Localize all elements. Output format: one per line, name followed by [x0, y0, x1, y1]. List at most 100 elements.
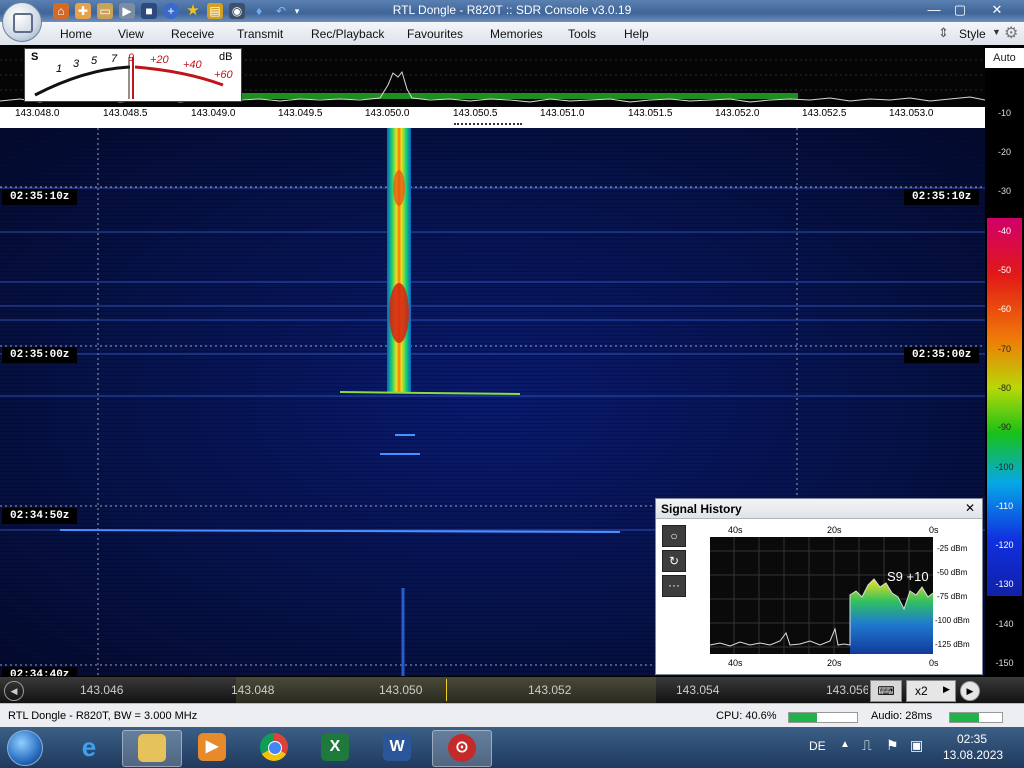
zoom-selector[interactable]: x2 ▶ [906, 680, 956, 702]
time-label: 0s [929, 525, 939, 535]
config-icon[interactable]: ✚ [75, 3, 91, 19]
scroll-left-icon[interactable]: ◀ [4, 681, 24, 701]
db-scale-label: -150 [995, 658, 1014, 668]
action-center-icon[interactable]: ⚑ [886, 737, 899, 754]
drop-icon[interactable]: ♦ [251, 3, 267, 19]
add-icon[interactable]: + [163, 3, 179, 19]
db-scale-label: -30 [997, 186, 1011, 196]
bottom-freq-label: 143.050 [379, 683, 423, 697]
favourite-icon[interactable]: ★ [185, 3, 201, 19]
volume-icon[interactable]: ▣ [910, 737, 923, 754]
freq-label: 143.049.0 [191, 108, 236, 119]
db-label: dB [219, 51, 233, 63]
freq-label: 143.051.0 [540, 108, 585, 119]
lock-icon[interactable]: ▤ [207, 3, 223, 19]
sdr-console-icon[interactable]: ⊙ [432, 730, 492, 767]
menu-view[interactable]: View [118, 27, 144, 41]
timestamp-label: 02:34:40z [2, 667, 78, 676]
time-label: 0s [929, 658, 939, 668]
bottom-freq-label: 143.048 [231, 683, 275, 697]
excel-icon[interactable]: X [306, 730, 364, 765]
menu-receive[interactable]: Receive [171, 27, 214, 41]
close-button[interactable]: ✕ [982, 0, 1012, 20]
record-toggle-icon[interactable]: ○ [662, 525, 686, 547]
title-bar: RTL Dongle - R820T :: SDR Console v3.0.1… [0, 0, 1024, 22]
cpu-usage: CPU: 40.6% [716, 710, 777, 722]
word-letter: W [383, 733, 411, 761]
reset-icon[interactable]: ↻ [662, 550, 686, 572]
language-indicator[interactable]: DE [809, 739, 826, 753]
level-label: -50 dBm [937, 568, 968, 577]
menu-home[interactable]: Home [60, 27, 92, 41]
menu-help[interactable]: Help [624, 27, 649, 41]
undo-icon[interactable]: ↶ [273, 3, 289, 19]
filter-handle[interactable] [454, 123, 522, 127]
tune-marker[interactable] [446, 679, 447, 701]
file-explorer-icon[interactable] [122, 730, 182, 767]
menu-favourites[interactable]: Favourites [407, 27, 463, 41]
db-scale-label: -90 [997, 422, 1011, 432]
s-tick: 9 [128, 52, 135, 64]
start-orb[interactable] [7, 730, 43, 766]
sort-icon[interactable]: ⇕ [938, 25, 949, 41]
network-icon[interactable]: ⎍ [862, 737, 872, 754]
s-tick: 3 [73, 58, 80, 70]
application-menu-button[interactable] [2, 2, 42, 42]
gear-icon[interactable]: ⚙ [1004, 23, 1018, 43]
auto-button[interactable]: Auto [985, 48, 1024, 68]
db-scale-label: -80 [997, 383, 1011, 393]
cpu-bar [788, 712, 858, 723]
bottom-freq-label: 143.052 [528, 683, 572, 697]
bottom-freq-label: 143.054 [676, 683, 720, 697]
menu-tools[interactable]: Tools [568, 27, 596, 41]
db-scale-label: -120 [995, 540, 1014, 550]
s-meter: S 1 3 5 7 9 dB +20 +40 +60 [24, 48, 242, 102]
s-label: S [31, 51, 39, 63]
minimize-button[interactable]: — [920, 0, 948, 20]
word-icon[interactable]: W [368, 730, 426, 765]
level-label: -100 dBm [935, 616, 970, 625]
db-scale-label: -60 [997, 304, 1011, 314]
signal-history-plot: S9 +10 [710, 537, 933, 654]
audio-bar [949, 712, 1003, 723]
style-menu[interactable]: Style [959, 27, 986, 41]
stop-icon[interactable]: ■ [141, 3, 157, 19]
db-scale-label: -110 [995, 501, 1014, 511]
keyboard-icon[interactable]: ⌨ [870, 680, 902, 702]
time-label: 20s [827, 525, 842, 535]
timestamp-label: 02:35:10z [904, 189, 980, 205]
style-dropdown-icon[interactable]: ▼ [992, 27, 1001, 37]
folder-icon[interactable]: ▭ [97, 3, 113, 19]
freq-label: 143.052.0 [715, 108, 760, 119]
signal-history-close-button[interactable]: ✕ [965, 501, 975, 515]
more-options-button[interactable]: ··· [662, 575, 686, 597]
level-label: -125 dBm [935, 640, 970, 649]
scroll-right-icon[interactable]: ▶ [960, 681, 980, 701]
home-icon[interactable]: ⌂ [53, 3, 69, 19]
frequency-scale: 143.048.0 143.048.5 143.049.0 143.049.5 … [0, 107, 985, 120]
clock-date[interactable]: 13.08.2023 [943, 748, 1003, 762]
signal-reading: S9 +10 [887, 569, 929, 584]
menu-transmit[interactable]: Transmit [237, 27, 283, 41]
freq-label: 143.048.0 [15, 108, 60, 119]
db-scale-label: -10 [997, 108, 1011, 118]
tray-expand-icon[interactable]: ▲ [840, 739, 850, 750]
bottom-frequency-bar[interactable]: ◀ 143.046 143.048 143.050 143.052 143.05… [0, 677, 1024, 703]
timestamp-label: 02:35:00z [2, 347, 78, 363]
menu-rec-playback[interactable]: Rec/Playback [311, 27, 384, 41]
menu-memories[interactable]: Memories [490, 27, 543, 41]
dropdown-icon[interactable]: ▾ [292, 3, 302, 19]
db-tick: +20 [150, 54, 169, 66]
zoom-arrow-icon: ▶ [943, 684, 950, 694]
s-tick: 5 [91, 55, 98, 67]
camera-icon[interactable]: ◉ [229, 3, 245, 19]
clock-time[interactable]: 02:35 [957, 732, 987, 746]
db-scale-label: -130 [995, 579, 1014, 589]
internet-explorer-icon[interactable]: e [60, 730, 118, 765]
chrome-icon[interactable] [245, 730, 303, 765]
freq-label: 143.048.5 [103, 108, 148, 119]
maximize-button[interactable]: ▢ [946, 0, 974, 20]
media-player-icon[interactable]: ▶ [183, 730, 241, 765]
db-scale-label: -140 [995, 619, 1014, 629]
play-icon[interactable]: ▶ [119, 3, 135, 19]
